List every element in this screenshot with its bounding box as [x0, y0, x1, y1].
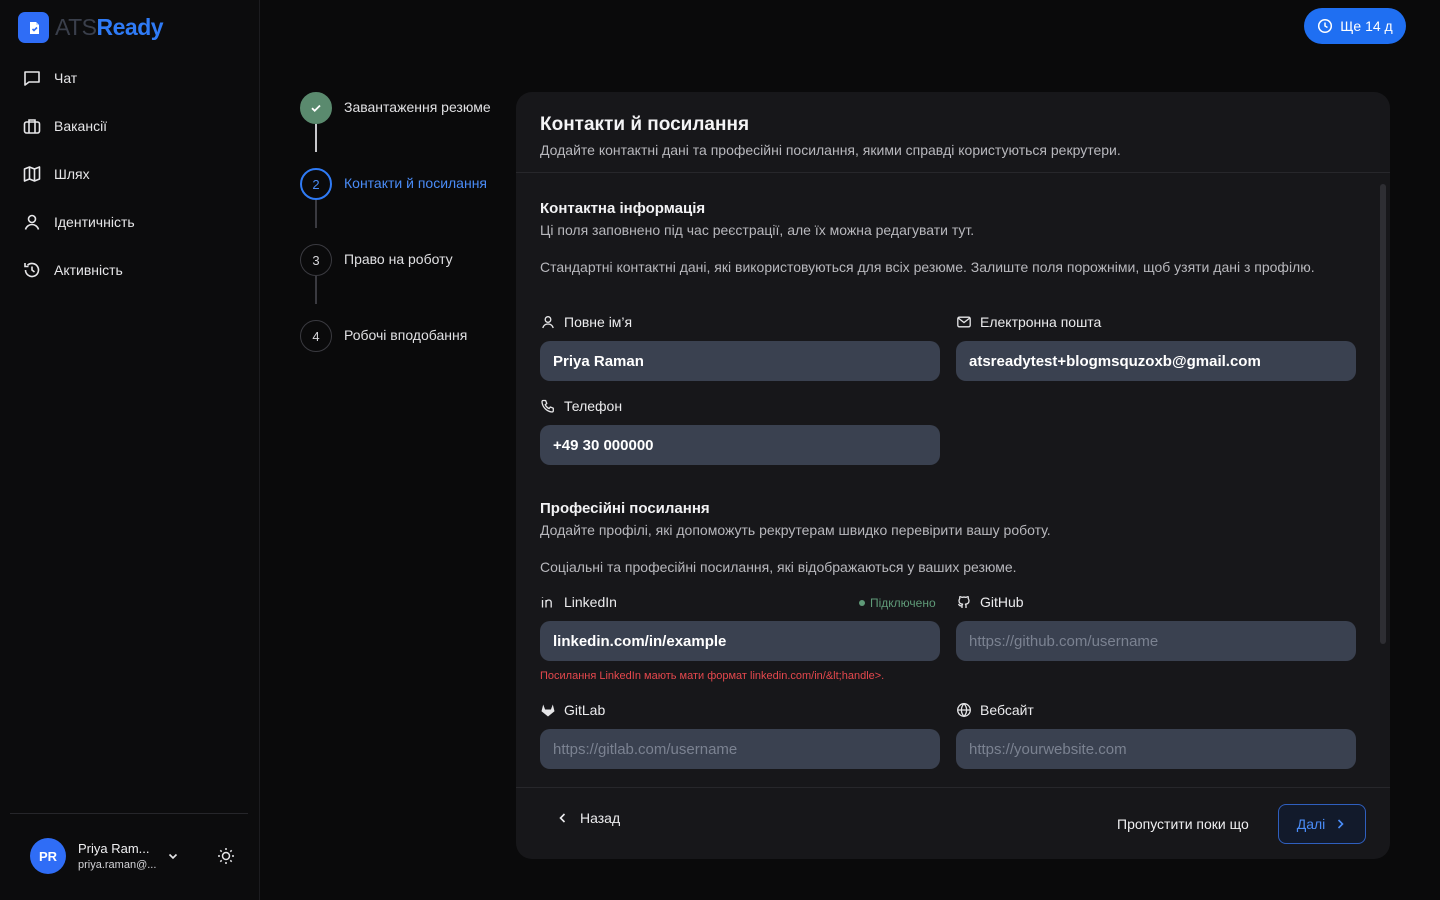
step-number: 4 [300, 320, 332, 352]
gitlab-icon [541, 704, 555, 717]
links-section-note: Соціальні та професійні посилання, які в… [540, 559, 1017, 575]
connected-text: Підключено [870, 596, 936, 610]
chevron-left-icon [559, 813, 566, 823]
sidebar-divider [10, 813, 248, 814]
sidebar: ATSReady Чат Вакансії Шлях Ідентичність … [0, 0, 260, 900]
status-dot [859, 600, 865, 606]
linkedin-error-message: Посилання LinkedIn мають мати формат lin… [540, 670, 885, 682]
user-icon [542, 316, 554, 329]
sidebar-item-label: Вакансії [54, 118, 108, 134]
links-section-title: Професійні посилання [540, 500, 710, 517]
linkedin-icon [541, 597, 552, 608]
github-icon [957, 595, 970, 608]
step-label: Право на роботу [344, 251, 453, 267]
gitlab-label: GitLab [540, 702, 605, 718]
avatar: PR [30, 838, 66, 874]
back-button-label: Назад [580, 810, 621, 826]
field-label-text: LinkedIn [564, 594, 617, 610]
user-email: priya.raman@... [78, 859, 157, 871]
contact-section-title: Контактна інформація [540, 200, 706, 217]
email-label: Електронна пошта [956, 314, 1101, 330]
linkedin-connected-badge: Підключено [859, 596, 936, 610]
field-label-text: Електронна пошта [980, 314, 1102, 330]
sidebar-item-path[interactable]: Шлях [10, 150, 250, 198]
trial-badge-button[interactable]: Ще 14 д [1304, 8, 1406, 44]
step-done-circle [300, 92, 332, 124]
phone-icon [541, 399, 554, 413]
linkedin-label: LinkedIn [540, 594, 617, 610]
check-icon [311, 104, 321, 113]
trial-label: Ще 14 д [1340, 18, 1393, 34]
sidebar-item-activity[interactable]: Активність [10, 246, 250, 294]
divider [516, 172, 1390, 173]
field-label-text: GitLab [564, 702, 606, 718]
chevron-right-icon [1338, 819, 1344, 829]
field-label-text: Вебсайт [980, 702, 1034, 718]
sidebar-item-label: Шлях [54, 166, 90, 182]
field-label-text: Телефон [564, 398, 623, 414]
logo-text-suffix: Ready [96, 14, 164, 40]
clock-icon [1318, 18, 1333, 34]
history-icon [24, 262, 40, 278]
field-label-text: GitHub [980, 594, 1024, 610]
logo-icon [18, 12, 49, 43]
map-icon [23, 166, 41, 182]
field-label-text: Повне ім’я [564, 314, 633, 330]
divider [516, 787, 1390, 788]
links-section-subtitle: Додайте профілі, які допоможуть рекрутер… [540, 522, 1051, 538]
sidebar-item-label: Ідентичність [54, 214, 135, 230]
sun-icon [218, 848, 234, 864]
logo-text: ATSReady [55, 14, 164, 41]
sidebar-item-vacancies[interactable]: Вакансії [10, 102, 250, 150]
contacts-card: Контакти й посилання Додайте контактні д… [516, 92, 1390, 859]
scrollbar[interactable] [1380, 184, 1386, 644]
sidebar-item-label: Чат [54, 70, 78, 86]
step-connector [315, 276, 317, 304]
step-label: Завантаження резюме [344, 99, 491, 115]
chevron-down-icon [168, 853, 178, 860]
gitlab-input[interactable] [540, 729, 940, 769]
step-connector [315, 200, 317, 228]
user-icon [24, 214, 40, 230]
globe-icon [957, 702, 971, 718]
page-title: Контакти й посилання [540, 114, 750, 135]
back-button[interactable]: Назад [556, 810, 620, 826]
sidebar-item-identity[interactable]: Ідентичність [10, 198, 250, 246]
phone-input[interactable] [540, 425, 940, 465]
page-subtitle: Додайте контактні дані та професійні пос… [540, 142, 1121, 158]
website-label: Вебсайт [956, 702, 1034, 718]
theme-toggle-button[interactable] [216, 846, 236, 871]
logo[interactable]: ATSReady [18, 12, 164, 43]
github-label: GitHub [956, 594, 1024, 610]
step-number: 2 [300, 168, 332, 200]
next-button-label: Далі [1296, 816, 1326, 832]
step-number: 3 [300, 244, 332, 276]
email-input[interactable] [956, 341, 1356, 381]
sidebar-nav: Чат Вакансії Шлях Ідентичність Активніст… [10, 54, 250, 294]
sidebar-item-label: Активність [54, 262, 123, 278]
card-header: Контакти й посилання Додайте контактні д… [540, 114, 1121, 158]
step-label: Робочі вподобання [344, 327, 468, 343]
website-input[interactable] [956, 729, 1356, 769]
user-name: Priya Ram... [78, 841, 150, 856]
step-label: Контакти й посилання [344, 175, 488, 191]
sidebar-item-chat[interactable]: Чат [10, 54, 250, 102]
full-name-input[interactable] [540, 341, 940, 381]
mail-icon [957, 316, 971, 328]
linkedin-input[interactable] [540, 621, 940, 661]
user-menu[interactable]: PR Priya Ram... priya.raman@... [30, 838, 178, 874]
next-button[interactable]: Далі [1278, 804, 1366, 844]
step-connector [315, 124, 317, 152]
skip-button[interactable]: Пропустити поки що [1117, 816, 1249, 832]
github-input[interactable] [956, 621, 1356, 661]
contact-section-subtitle: Ці поля заповнено під час реєстрації, ал… [540, 222, 975, 238]
logo-text-prefix: ATS [55, 14, 97, 40]
chat-icon [24, 71, 40, 86]
phone-label: Телефон [540, 398, 622, 414]
briefcase-icon [23, 119, 41, 134]
user-info: Priya Ram... priya.raman@... [78, 841, 158, 871]
full-name-label: Повне ім’я [540, 314, 632, 330]
contact-section-note: Стандартні контактні дані, які використо… [540, 259, 1315, 275]
